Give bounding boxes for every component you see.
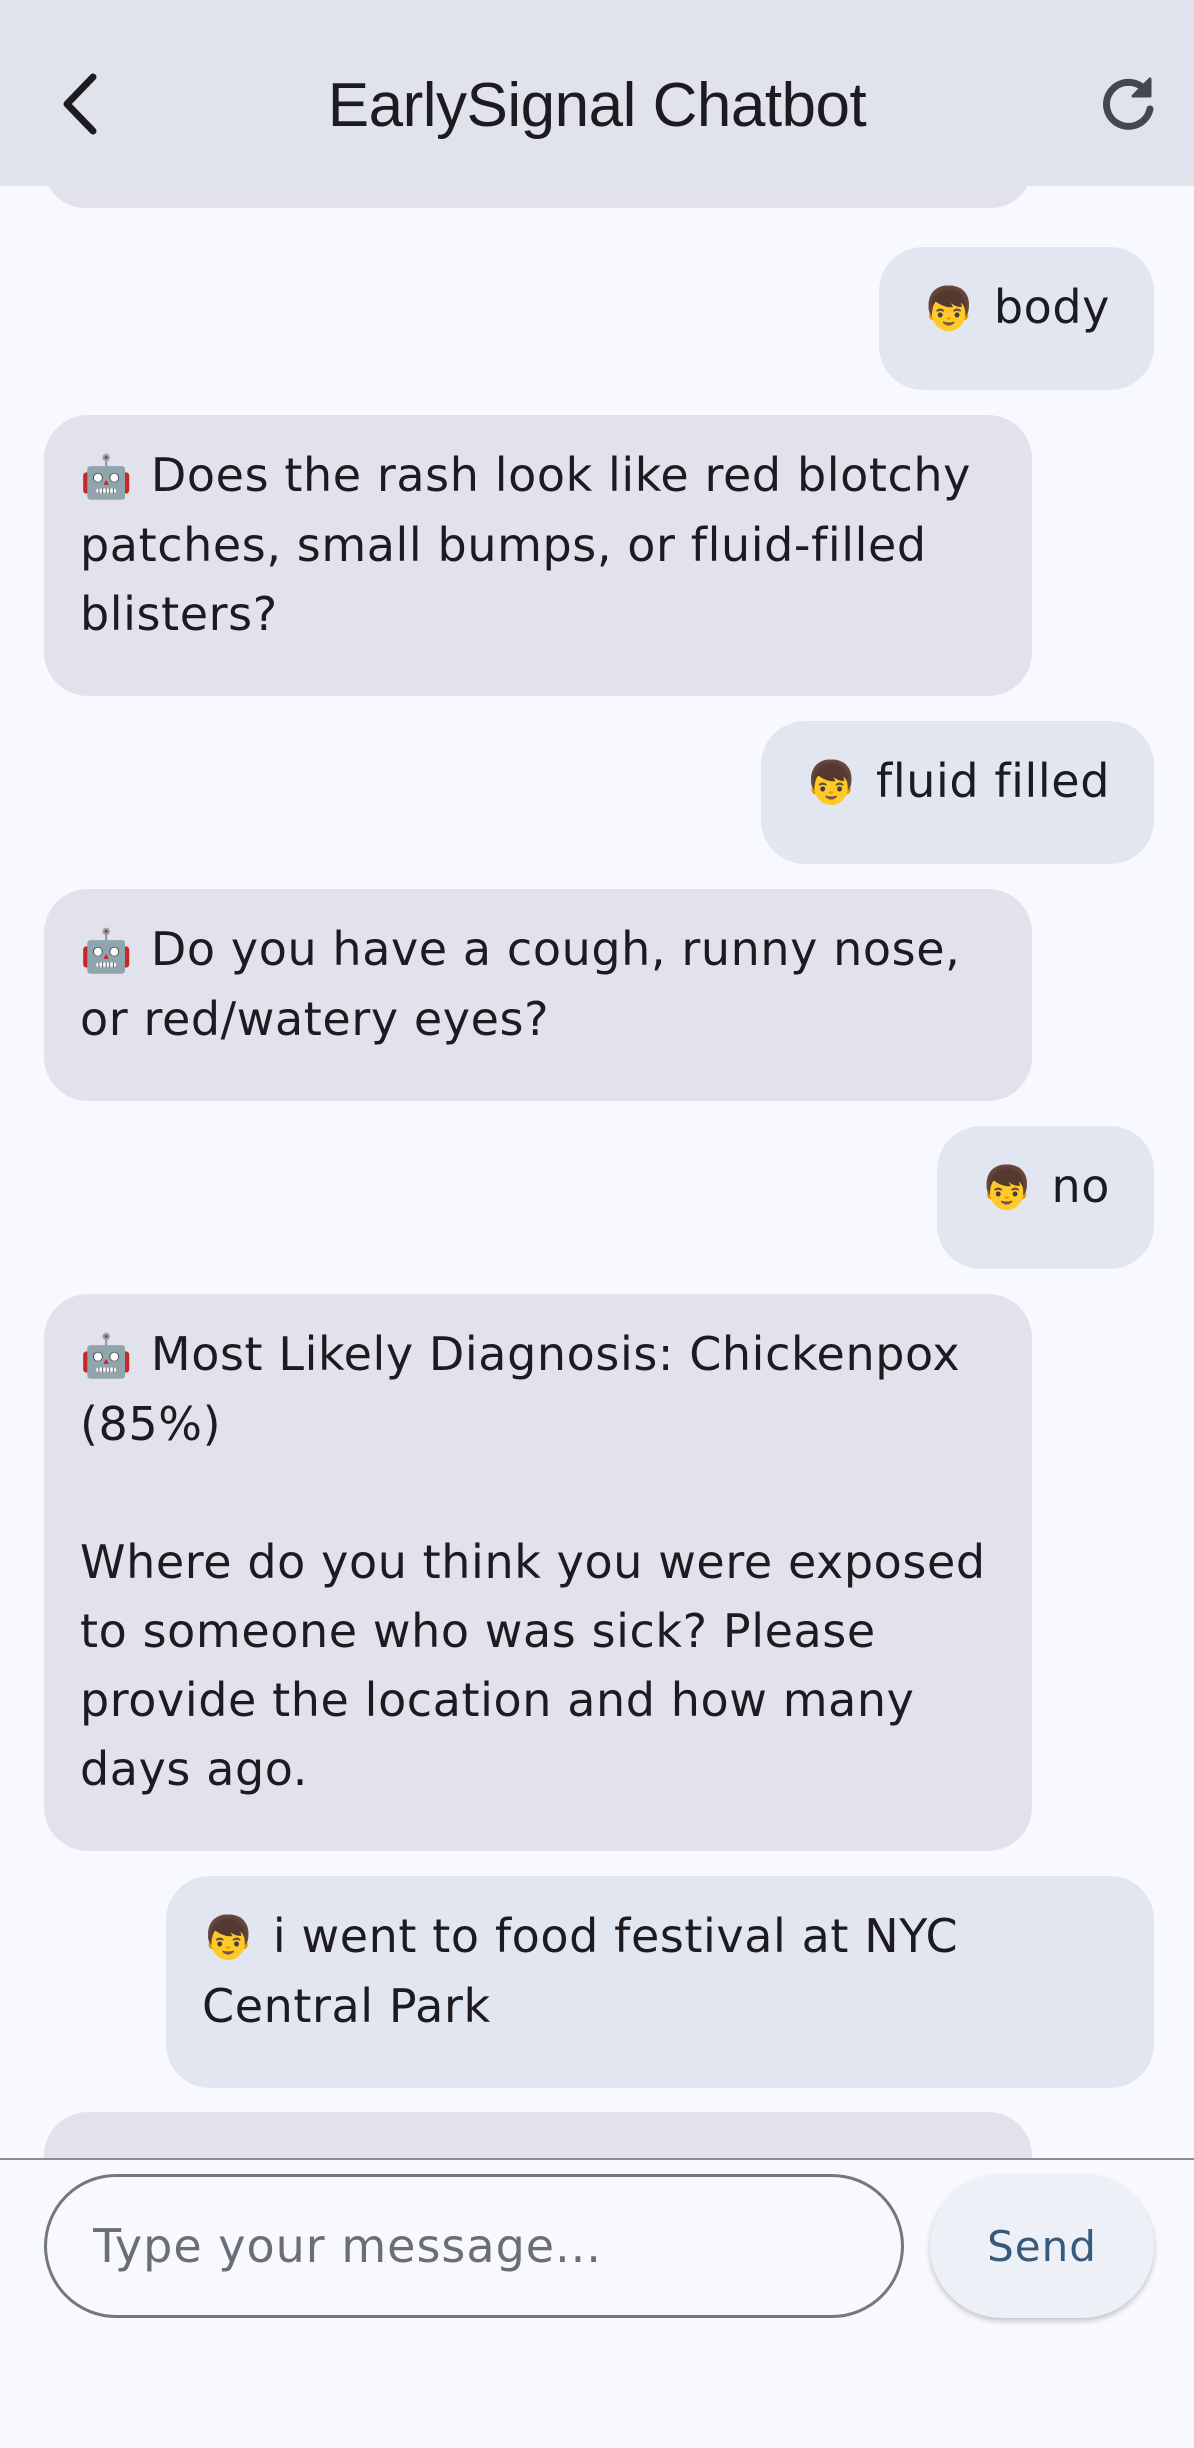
user-message-bubble: 👦 i went to food festival at NYC Central …: [166, 1876, 1154, 2088]
message-text: Does the rash look like red blotchy patc…: [80, 448, 987, 641]
message-input[interactable]: [44, 2174, 904, 2318]
page-title: EarlySignal Chatbot: [327, 71, 867, 140]
message-text: no: [1051, 1159, 1110, 1213]
bot-message-bubble: 🤖 Do you have a cough, runny nose, or red…: [44, 889, 1032, 1101]
user-avatar-icon: 👦: [922, 284, 976, 333]
bot-message-bubble: 🤖 Most Likely Diagnosis: Chickenpox (85%)…: [44, 1294, 1032, 1851]
user-avatar-icon: 👦: [980, 1163, 1034, 1212]
message-text: i went to food festival at NYC Central P…: [202, 1909, 974, 2033]
refresh-button[interactable]: [1088, 56, 1168, 152]
robot-icon: 🤖: [80, 452, 133, 501]
composer-bar: Send: [0, 2160, 1194, 2448]
robot-icon: 🤖: [80, 926, 133, 975]
app-bar: EarlySignal Chatbot: [0, 0, 1194, 186]
message-text: body: [993, 280, 1110, 334]
robot-icon: 🤖: [80, 1331, 133, 1380]
user-message-bubble: 👦 body: [878, 247, 1154, 390]
refresh-icon: [1103, 77, 1154, 130]
user-message-bubble: 👦 fluid filled: [761, 721, 1154, 864]
message-text: Do you have a cough, runny nose, or red/…: [80, 922, 976, 1046]
message-text: fluid filled: [876, 754, 1110, 808]
chat-message-list[interactable]: 👦 body 🤖 Does the rash look like red blotc…: [0, 186, 1194, 2158]
bot-message-bubble: 🤖 Does the rash look like red blotchy pat…: [44, 415, 1032, 696]
user-message-bubble: 👦 no: [936, 1126, 1154, 1269]
message-text: Most Likely Diagnosis: Chickenpox (85%) …: [80, 1327, 986, 1796]
user-avatar-icon: 👦: [202, 1913, 255, 1962]
send-button[interactable]: Send: [930, 2174, 1154, 2318]
user-avatar-icon: 👦: [805, 758, 859, 807]
bot-message-bubble: [44, 2112, 1032, 2158]
bot-message-bubble: [44, 186, 1032, 208]
